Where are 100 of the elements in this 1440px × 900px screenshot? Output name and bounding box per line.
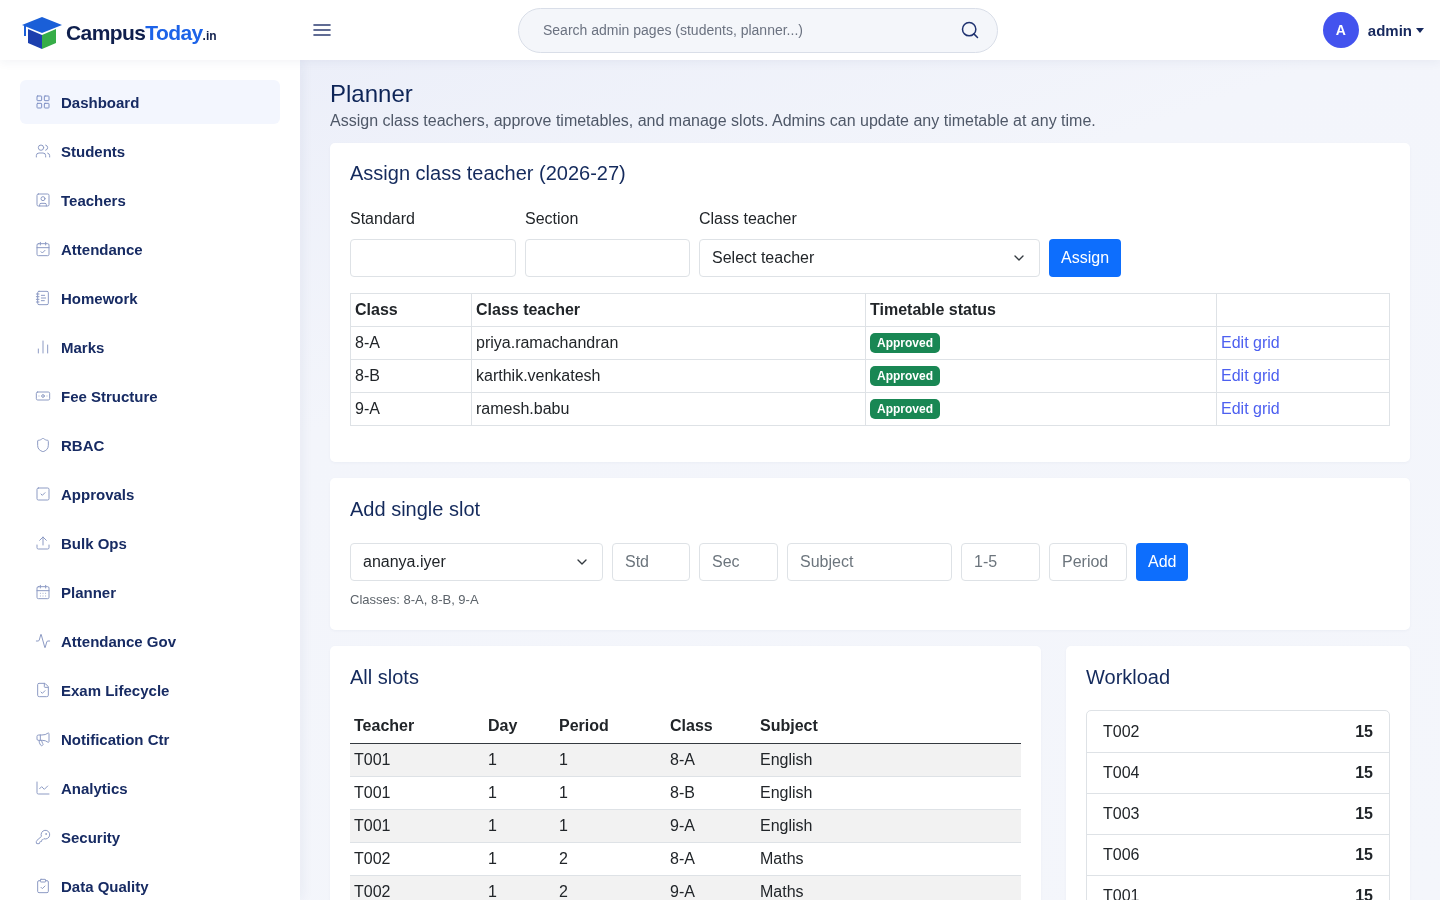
slot-count: 15	[1355, 805, 1373, 823]
sidebar-item[interactable]: Exam Lifecycle	[20, 668, 280, 712]
calendar-check-icon	[35, 241, 51, 257]
input-field[interactable]: Std	[612, 543, 690, 581]
column-header: Class teacher	[471, 293, 866, 327]
column-header: Class	[350, 293, 472, 327]
table-cell: 2	[555, 875, 666, 900]
table-cell: T001	[350, 776, 484, 809]
input-field[interactable]: Period	[1049, 543, 1127, 581]
search-field[interactable]: Search admin pages (students, planner...)	[518, 7, 998, 53]
upload-icon	[35, 535, 51, 551]
sidebar-item[interactable]: Attendance Gov	[20, 619, 280, 663]
edit-grid-link[interactable]: Edit grid	[1221, 334, 1280, 351]
megaphone-icon	[35, 731, 51, 747]
table-cell: English	[756, 809, 1021, 842]
sidebar-item[interactable]: Students	[20, 129, 280, 173]
search-icon	[960, 19, 980, 40]
sidebar-item[interactable]: Bulk Ops	[20, 521, 280, 565]
table-cell: 9-A	[350, 392, 472, 426]
table-cell: 1	[555, 743, 666, 776]
table-cell: 8-B	[350, 359, 472, 393]
field-label: Class teacher	[699, 209, 798, 229]
bar-chart-icon	[35, 339, 51, 355]
table-cell: 8-A	[666, 842, 756, 875]
banknote-icon	[35, 388, 51, 404]
table-cell: 8-A	[666, 743, 756, 776]
table-cell: Maths	[756, 875, 1021, 900]
sidebar-item[interactable]: Planner	[20, 570, 280, 614]
id-card-icon	[35, 192, 51, 208]
menu-icon	[313, 21, 331, 39]
menu-button[interactable]	[313, 21, 331, 39]
teacher-code: T002	[1103, 722, 1140, 741]
checkbox-icon	[35, 486, 51, 502]
slot-count: 15	[1355, 764, 1373, 782]
search-button[interactable]	[960, 19, 980, 40]
slot-count: 15	[1355, 722, 1373, 741]
column-header: Timetable status	[865, 293, 1217, 327]
add-button[interactable]: Add	[1136, 543, 1189, 581]
file-check-icon	[35, 682, 51, 698]
page-subtitle: Assign class teachers, approve timetables, and manage slots. Admins can update any timetable at any time.	[330, 111, 1097, 131]
card-title: Add single slot	[350, 497, 482, 521]
table-cell: T002	[350, 875, 484, 900]
edit-grid-link[interactable]: Edit grid	[1221, 367, 1280, 384]
teacher-code: T004	[1103, 764, 1140, 782]
input-field[interactable]	[525, 239, 690, 277]
sidebar-item[interactable]: Approvals	[20, 472, 280, 516]
sidebar-item[interactable]: Notification Ctr	[20, 717, 280, 761]
input-field[interactable]: 1-5	[961, 543, 1040, 581]
teacher-code: T006	[1103, 846, 1140, 864]
sidebar-item[interactable]: Fee Structure	[20, 374, 280, 418]
table-cell: Maths	[756, 842, 1021, 875]
logo-text: CampusToday.in	[66, 21, 217, 45]
sidebar-item[interactable]: Security	[20, 815, 280, 859]
column-header: Day	[484, 709, 555, 743]
teacher-code: T003	[1103, 805, 1140, 823]
key-icon	[35, 829, 51, 845]
shield-icon	[35, 437, 51, 453]
sidebar-item[interactable]: Homework	[20, 276, 280, 320]
table-cell: 8-A	[350, 326, 472, 360]
select-field[interactable]: ananya.iyer	[350, 543, 603, 581]
caret-icon	[1416, 27, 1424, 33]
pulse-icon	[35, 633, 51, 649]
table-cell: 1	[555, 776, 666, 809]
table-cell: T001	[350, 743, 484, 776]
table-cell: 1	[555, 809, 666, 842]
assign-button[interactable]: Assign	[1049, 239, 1122, 277]
field-label: Standard	[350, 209, 416, 229]
column-header: Class	[666, 709, 756, 743]
table-cell: English	[756, 776, 1021, 809]
sidebar-item[interactable]: Attendance	[20, 227, 280, 271]
sidebar-item[interactable]: Dashboard	[20, 80, 280, 124]
status-badge: Approved	[870, 399, 940, 419]
sidebar-item[interactable]: RBAC	[20, 423, 280, 467]
table-cell: T001	[350, 809, 484, 842]
table-cell: karthik.venkatesh	[471, 359, 866, 393]
input-field[interactable]: Subject	[787, 543, 952, 581]
sidebar-item[interactable]: Data Quality	[20, 864, 280, 900]
grid-icon	[35, 94, 51, 110]
select-field[interactable]: Select teacher	[699, 239, 1040, 277]
edit-grid-link[interactable]: Edit grid	[1221, 400, 1280, 417]
page-title: Planner	[330, 80, 414, 108]
sidebar-item[interactable]: Analytics	[20, 766, 280, 810]
card-title: All slots	[350, 665, 420, 689]
field-label: Section	[525, 209, 580, 229]
card-title: Workload	[1086, 665, 1172, 689]
sidebar-item[interactable]: Marks	[20, 325, 280, 369]
slot-count: 15	[1355, 846, 1373, 864]
table-cell: 1	[484, 743, 555, 776]
help-text: Classes: 8-A, 8-B, 9-A	[350, 591, 480, 609]
input-field[interactable]	[350, 239, 516, 277]
sidebar-item[interactable]: Teachers	[20, 178, 280, 222]
user-menu-button[interactable]: admin	[1367, 21, 1424, 39]
status-badge: Approved	[870, 366, 940, 386]
table-cell: 9-A	[666, 809, 756, 842]
input-field[interactable]: Sec	[699, 543, 778, 581]
status-badge: Approved	[870, 333, 940, 353]
avatar[interactable]: A	[1322, 12, 1359, 48]
column-header: Subject	[756, 709, 1021, 743]
table-cell: 2	[555, 842, 666, 875]
users-icon	[35, 143, 51, 159]
